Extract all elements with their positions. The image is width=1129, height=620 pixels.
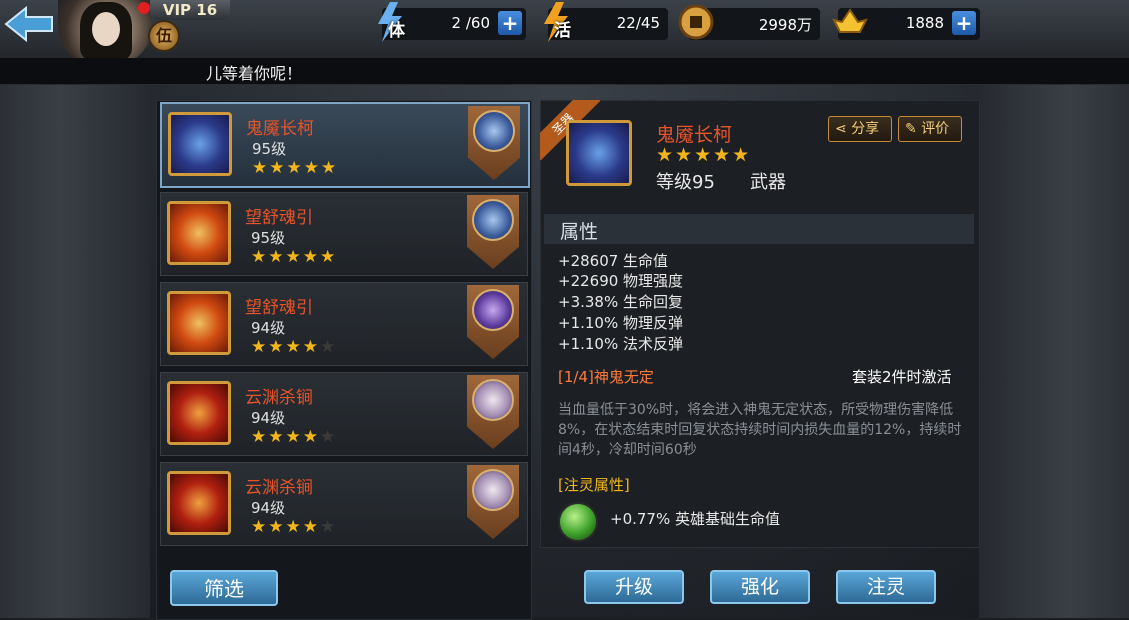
stat-line: +1.10% 物理反弹 xyxy=(558,314,683,332)
edit-icon: ✎ xyxy=(905,121,917,137)
item-level: 94级 xyxy=(251,319,286,337)
equipment-item[interactable]: 鬼魇长柯 95级 ★★★★★ xyxy=(160,102,530,188)
set-bonus-title: [1/4]神鬼无定 xyxy=(558,368,654,386)
share-label: 分享 xyxy=(851,121,880,137)
back-button[interactable] xyxy=(4,4,56,44)
weapon-mace-icon xyxy=(167,471,231,535)
hero-portrait-icon xyxy=(472,469,514,511)
review-label: 评价 xyxy=(921,121,950,137)
weapon-axe-icon xyxy=(566,120,632,186)
top-bar: VIP 16 伍 2 /60 + 体 22/45 活 2998万 1888 + xyxy=(0,0,1129,66)
equipment-item[interactable]: 云渊杀锏 94级 ★★★★★ xyxy=(160,372,528,456)
back-arrow-icon xyxy=(4,5,53,43)
coin-value: 2998万 xyxy=(758,16,812,34)
hero-portrait-icon xyxy=(473,110,515,152)
detail-level: 等级95 xyxy=(656,172,715,193)
weapon-axe-icon xyxy=(168,112,232,176)
weapon-mace-icon xyxy=(167,381,231,445)
stamina-icon: 体 xyxy=(372,2,412,42)
attributes-title: 属性 xyxy=(560,221,599,243)
marquee-text: 儿等着你呢！ xyxy=(206,64,303,83)
spirit-attr-title: [注灵属性] xyxy=(558,476,630,494)
detail-type: 武器 xyxy=(750,172,786,193)
stamina-label: 体 xyxy=(388,21,405,41)
weapon-blade-icon xyxy=(167,201,231,265)
item-level: 94级 xyxy=(251,499,286,517)
hero-badge[interactable] xyxy=(467,195,519,269)
rank-badge: 伍 xyxy=(148,20,180,52)
notification-dot xyxy=(138,2,150,14)
item-stars: ★★★★★ xyxy=(251,427,338,447)
item-level: 95级 xyxy=(252,140,287,158)
item-name: 鬼魇长柯 xyxy=(246,119,314,139)
item-level: 94级 xyxy=(251,409,286,427)
hero-portrait-icon xyxy=(472,379,514,421)
stat-line: +22690 物理强度 xyxy=(558,272,684,290)
energy-icon: 活 xyxy=(538,2,578,42)
energy-label: 活 xyxy=(554,21,571,41)
hero-badge[interactable] xyxy=(467,375,519,449)
item-name: 望舒魂引 xyxy=(245,298,313,318)
vip-badge[interactable]: VIP 16 xyxy=(150,0,230,20)
leaf-gem-icon xyxy=(558,502,598,542)
filter-button[interactable]: 筛选 xyxy=(170,570,278,606)
announcement-marquee: 儿等着你呢！ xyxy=(0,58,1129,85)
detail-stars: ★★★★★ xyxy=(656,144,752,166)
share-button[interactable]: ⋖ 分享 xyxy=(828,116,892,142)
hero-portrait-icon xyxy=(472,289,514,331)
hero-badge[interactable] xyxy=(467,285,519,359)
equipment-item[interactable]: 望舒魂引 94级 ★★★★★ xyxy=(160,282,528,366)
item-name: 云渊杀锏 xyxy=(245,478,313,498)
item-stars: ★★★★★ xyxy=(251,337,338,357)
stat-line: +28607 生命值 xyxy=(558,252,669,270)
item-level: 95级 xyxy=(251,229,286,247)
avatar-face xyxy=(92,12,120,46)
infuse-button[interactable]: 注灵 xyxy=(836,570,936,604)
stat-line: +1.10% 法术反弹 xyxy=(558,335,683,353)
gold-value: 1888 xyxy=(905,14,944,32)
share-icon: ⋖ xyxy=(835,121,847,137)
set-bonus-description: 当血量低于30%时，将会进入神鬼无定状态，所受物理伤害降低8%，在状态结束时回复… xyxy=(558,402,962,458)
item-stars: ★★★★★ xyxy=(251,247,338,267)
spirit-attr-value: +0.77% 英雄基础生命值 xyxy=(610,510,780,528)
enhance-button[interactable]: 强化 xyxy=(710,570,810,604)
coin-icon xyxy=(676,2,716,42)
equipment-item[interactable]: 望舒魂引 95级 ★★★★★ xyxy=(160,192,528,276)
hero-badge[interactable] xyxy=(467,465,519,539)
detail-name: 鬼魇长柯 xyxy=(656,124,733,146)
add-stamina-button[interactable]: + xyxy=(498,11,522,35)
left-rock-frame xyxy=(0,84,150,618)
set-bonus-activation: 套装2件时激活 xyxy=(852,368,952,386)
add-gold-button[interactable]: + xyxy=(952,11,976,35)
item-name: 云渊杀锏 xyxy=(245,388,313,408)
item-stars: ★★★★★ xyxy=(252,158,339,178)
upgrade-button[interactable]: 升级 xyxy=(584,570,684,604)
gold-ingot-icon xyxy=(830,2,870,42)
attributes-header: 属性 xyxy=(544,214,974,244)
right-rock-frame xyxy=(979,84,1129,618)
review-button[interactable]: ✎ 评价 xyxy=(898,116,962,142)
item-stars: ★★★★★ xyxy=(251,517,338,537)
energy-value: 22/45 xyxy=(616,14,660,32)
stamina-value: 2 /60 xyxy=(451,14,490,32)
stat-line: +3.38% 生命回复 xyxy=(558,293,683,311)
weapon-blade-icon xyxy=(167,291,231,355)
item-name: 望舒魂引 xyxy=(245,208,313,228)
hero-badge[interactable] xyxy=(468,106,520,180)
hero-portrait-icon xyxy=(472,199,514,241)
equipment-item[interactable]: 云渊杀锏 94级 ★★★★★ xyxy=(160,462,528,546)
